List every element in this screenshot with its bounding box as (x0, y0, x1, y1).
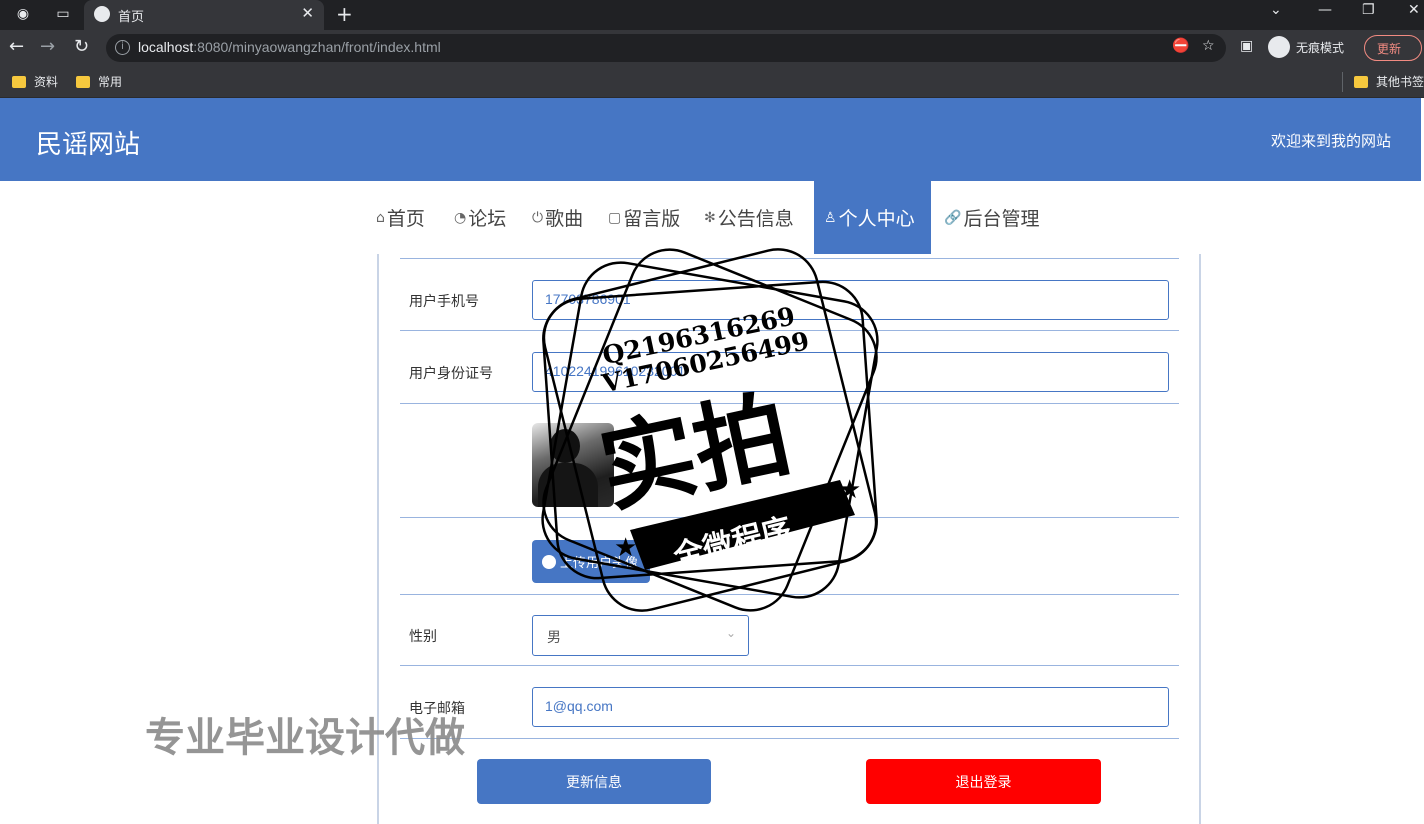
bookmark-star-icon[interactable]: ☆ (1202, 38, 1215, 54)
nav-label: 论坛 (468, 208, 507, 230)
nav-label: 公告信息 (717, 208, 794, 230)
email-label: 电子邮箱 (409, 701, 465, 717)
browser-toolbar: ← → ↻ i localhost:8080/minyaowangzhan/fr… (0, 30, 1424, 66)
side-panel-icon[interactable]: ▣ (1240, 38, 1253, 54)
bookmark-label: 常用 (98, 75, 123, 89)
nav-label: 留言版 (623, 208, 681, 230)
close-window-icon[interactable]: ✕ (1408, 2, 1420, 18)
incognito-indicator[interactable]: 无痕模式 (1268, 34, 1344, 60)
browser-tab-bar: ◉ ▭ 首页 ✕ + ⌄ — ❐ ✕ (0, 0, 1424, 30)
upload-label: 上传用户头像 (560, 556, 639, 571)
folder-icon (76, 75, 90, 88)
site-title: 民谣网站 (36, 130, 141, 160)
bookmark-folder-0[interactable]: 资料 (12, 73, 58, 90)
site-welcome: 欢迎来到我的网站 (1270, 132, 1391, 150)
upload-avatar-button[interactable]: 上传用户头像 (532, 540, 650, 583)
tab-search-icon[interactable]: ▭ (54, 5, 72, 23)
divider (400, 594, 1179, 595)
nav-notices[interactable]: ✻ 公告信息 (704, 181, 794, 254)
note-icon: ▢ (608, 209, 622, 226)
forward-icon[interactable]: → (40, 37, 55, 57)
browser-tab[interactable]: 首页 ✕ (84, 0, 324, 30)
other-bookmarks[interactable]: 其他书签 (1354, 73, 1424, 90)
restore-icon[interactable]: ❐ (1362, 2, 1375, 18)
logout-button[interactable]: 退出登录 (866, 759, 1101, 804)
nav-guestbook[interactable]: ▢ 留言版 (608, 181, 680, 254)
nav-forum[interactable]: ◔ 论坛 (454, 181, 506, 254)
nav-label: 首页 (386, 208, 425, 230)
nav-label: 歌曲 (545, 208, 584, 230)
divider (400, 738, 1179, 739)
reload-icon[interactable]: ↻ (74, 37, 89, 57)
folder-icon (1354, 75, 1368, 88)
avatar-body (538, 463, 598, 507)
nav-label: 后台管理 (963, 208, 1040, 230)
main-nav: ⌂ 首页 ◔ 论坛 ⏻ 歌曲 ▢ 留言版 ✻ 公告信息 ♙ 个人中心 🔗 后台管理 (0, 181, 1424, 254)
upload-icon (542, 554, 556, 569)
back-icon[interactable]: ← (9, 37, 24, 57)
other-bookmarks-label: 其他书签 (1376, 75, 1424, 89)
incognito-label: 无痕模式 (1296, 40, 1345, 55)
phone-label: 用户手机号 (409, 294, 479, 310)
tab-list-icon[interactable]: ⌄ (1270, 2, 1282, 18)
nav-admin[interactable]: 🔗 后台管理 (944, 181, 1039, 254)
globe-icon[interactable]: ◉ (14, 5, 32, 23)
email-input[interactable]: 1@qq.com (532, 687, 1169, 727)
minimize-icon[interactable]: — (1318, 2, 1332, 18)
gauge-icon: ◔ (454, 209, 467, 226)
nav-home[interactable]: ⌂ 首页 (376, 181, 425, 254)
site-header: 民谣网站 欢迎来到我的网站 (0, 98, 1421, 181)
gender-value: 男 (547, 630, 561, 646)
address-bar[interactable]: i localhost:8080/minyaowangzhan/front/in… (106, 34, 1226, 62)
divider (400, 665, 1179, 666)
bookmarks-bar: 资料 常用 其他书签 (0, 66, 1424, 98)
idcard-input[interactable]: 410224199610232001 (532, 352, 1169, 392)
bookmark-separator (1342, 72, 1343, 92)
tab-close-icon[interactable]: ✕ (301, 4, 314, 22)
user-icon: ♙ (824, 209, 837, 226)
bookmark-label: 资料 (34, 75, 59, 89)
url-text[interactable]: localhost:8080/minyaowangzhan/front/inde… (138, 39, 441, 55)
site-info-icon[interactable]: i (115, 40, 130, 55)
nav-label: 个人中心 (838, 208, 915, 230)
gender-label: 性别 (409, 629, 437, 645)
chevron-down-icon: ⌄ (725, 626, 736, 640)
phone-input[interactable]: 17703786901 (532, 280, 1169, 320)
gender-select[interactable]: 男 ⌄ (532, 615, 749, 656)
update-button[interactable]: 更新 (1364, 35, 1422, 61)
gear-icon: ✻ (704, 209, 716, 226)
tab-favicon-icon (94, 6, 110, 22)
home-icon: ⌂ (376, 209, 385, 226)
tab-title: 首页 (118, 10, 145, 25)
avatar (532, 423, 614, 507)
nav-profile[interactable]: ♙ 个人中心 (814, 181, 931, 254)
power-icon: ⏻ (532, 209, 544, 226)
folder-icon (12, 75, 26, 88)
blocked-popup-icon[interactable]: ⛔ (1172, 38, 1189, 54)
nav-songs[interactable]: ⏻ 歌曲 (532, 181, 583, 254)
new-tab-icon[interactable]: + (336, 2, 353, 26)
incognito-icon (1268, 36, 1290, 58)
bookmark-folder-1[interactable]: 常用 (76, 73, 122, 90)
divider (400, 330, 1179, 331)
update-info-button[interactable]: 更新信息 (477, 759, 711, 804)
divider (400, 517, 1179, 518)
avatar-head (550, 429, 580, 463)
divider (400, 403, 1179, 404)
link-icon: 🔗 (944, 209, 962, 226)
idcard-label: 用户身份证号 (409, 366, 493, 382)
divider (400, 258, 1179, 259)
